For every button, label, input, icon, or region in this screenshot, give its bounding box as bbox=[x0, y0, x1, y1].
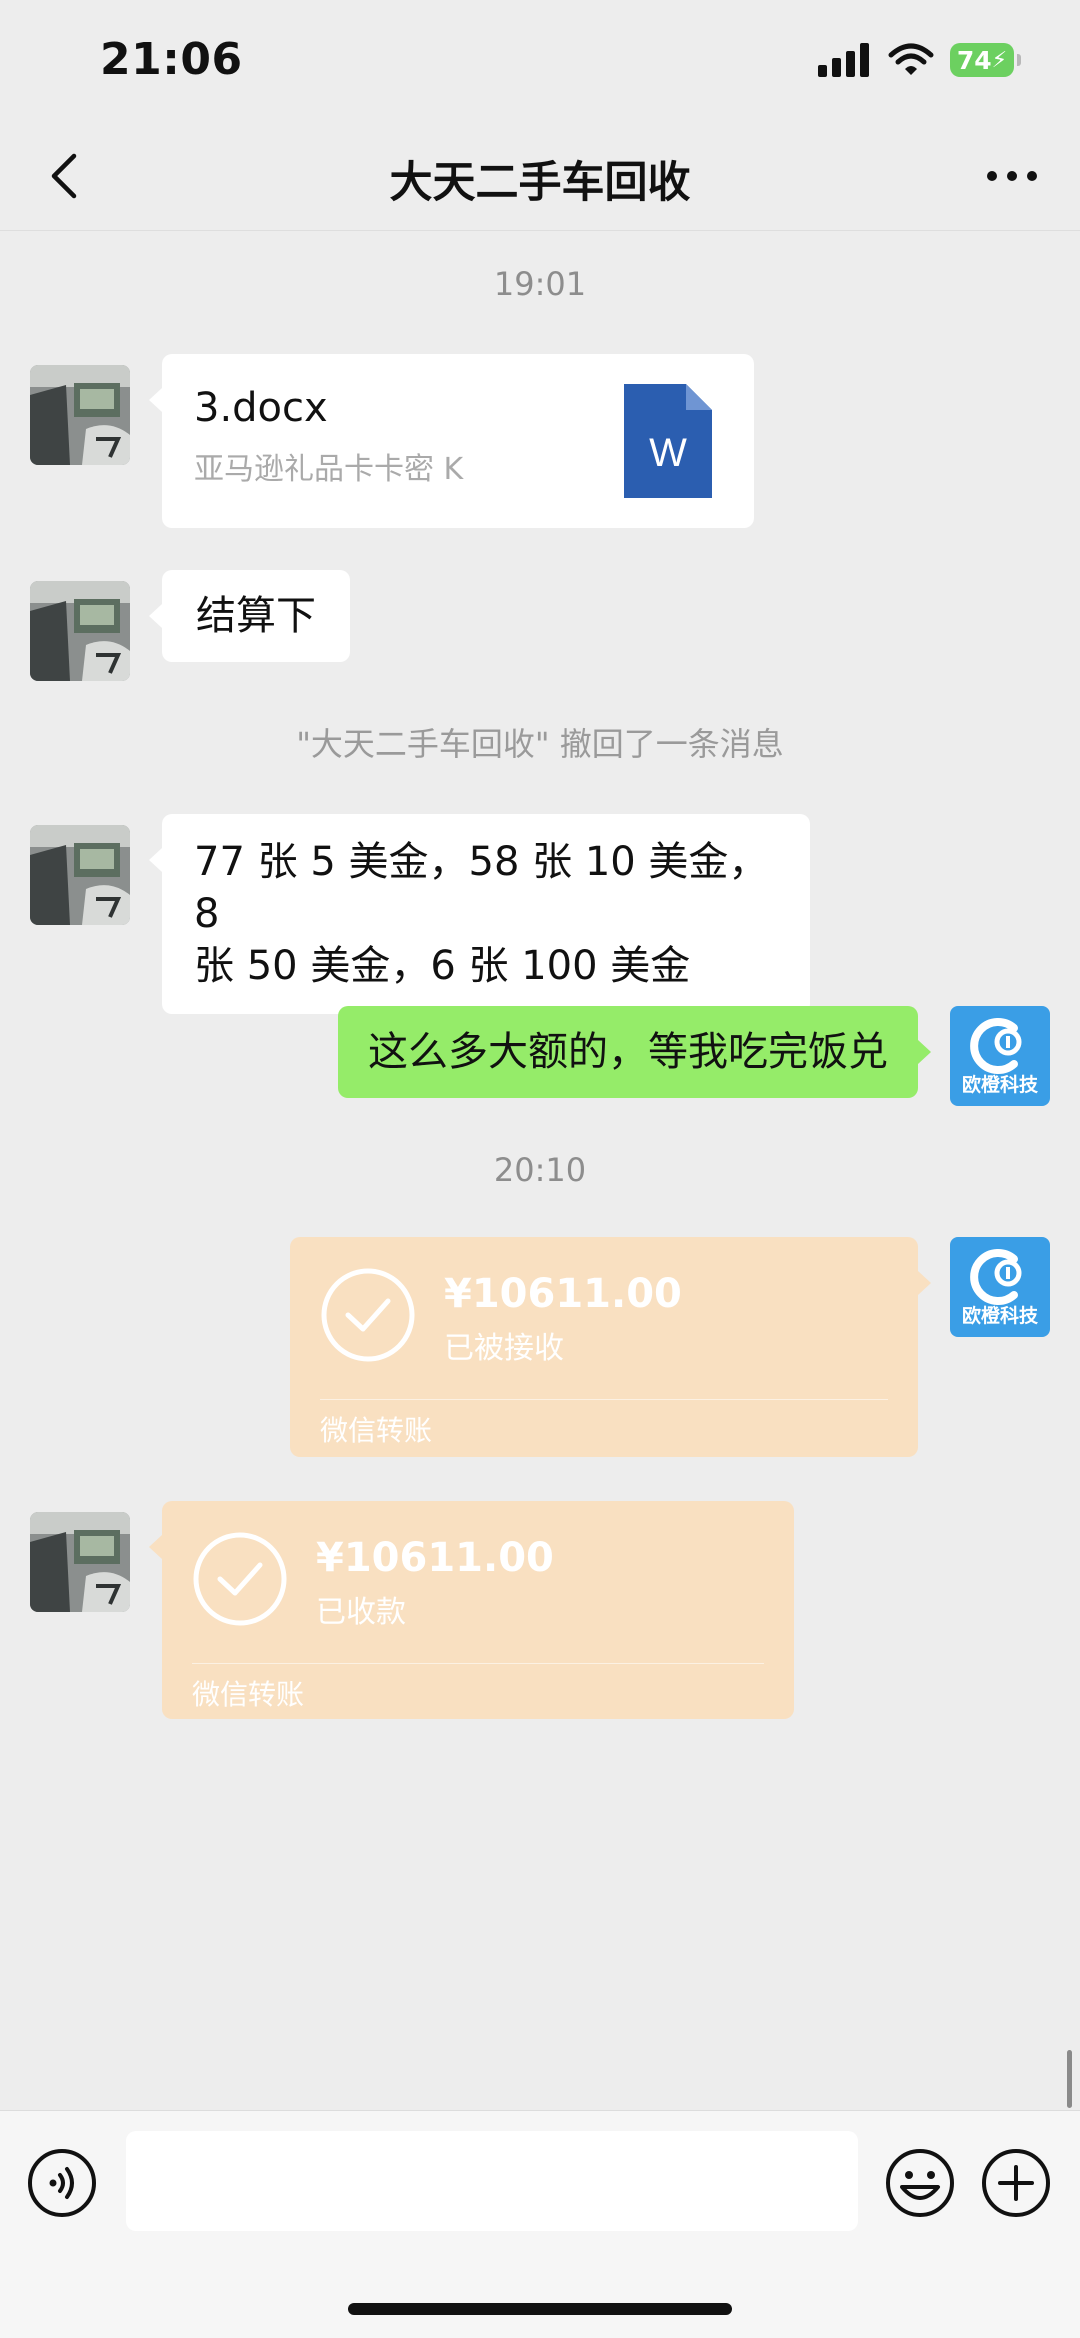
text-message[interactable]: 77 张 5 美金，58 张 10 美金，8 张 50 美金，6 张 100 美… bbox=[149, 814, 810, 1014]
avatar-text: 欧橙科技 bbox=[961, 1074, 1038, 1096]
transfer-divider bbox=[192, 1663, 764, 1664]
file-description: 亚马逊礼品卡卡密 K bbox=[194, 452, 464, 487]
status-bar: 21:06 74 ⚡ bbox=[0, 0, 1080, 120]
chat-title: 大天二手车回收 bbox=[389, 158, 691, 208]
message-text: 结算下 bbox=[196, 593, 316, 639]
word-doc-icon: W bbox=[624, 384, 712, 498]
input-bar bbox=[0, 2110, 1080, 2338]
home-indicator bbox=[348, 2303, 732, 2315]
message-list[interactable]: 19:01 3.docx 亚马逊礼品卡卡密 K W 结算下 "大天二手车回收" … bbox=[0, 231, 1080, 2111]
timestamp: 20:10 bbox=[493, 1151, 587, 1189]
message-text-line: 77 张 5 美金，58 张 10 美金，8 bbox=[194, 839, 769, 937]
file-message[interactable]: 3.docx 亚马逊礼品卡卡密 K W bbox=[149, 354, 754, 528]
avatar-image bbox=[30, 365, 130, 465]
avatar-image bbox=[30, 825, 130, 925]
word-icon-letter: W bbox=[649, 431, 687, 475]
file-name: 3.docx bbox=[194, 385, 328, 431]
recall-notice: "大天二手车回收" 撤回了一条消息 bbox=[296, 725, 784, 763]
status-icons: 74 ⚡ bbox=[818, 40, 1021, 80]
my-text-message[interactable]: 这么多大额的，等我吃完饭兑 bbox=[338, 1006, 931, 1098]
status-time: 21:06 bbox=[100, 34, 243, 85]
avatar-image bbox=[30, 581, 130, 681]
wifi-icon bbox=[888, 43, 934, 75]
timestamp: 19:01 bbox=[493, 265, 587, 303]
transfer-amount: ¥10611.00 bbox=[444, 1271, 682, 1317]
contact-avatar[interactable] bbox=[30, 365, 130, 465]
message-input[interactable] bbox=[126, 2131, 858, 2231]
more-dots-icon[interactable] bbox=[982, 148, 1042, 204]
transfer-status: 已被接收 bbox=[444, 1331, 564, 1366]
contact-avatar[interactable] bbox=[30, 581, 130, 681]
check-circle-icon bbox=[321, 1268, 415, 1362]
text-message[interactable]: 结算下 bbox=[149, 570, 350, 662]
chat-header: 大天二手车回收 bbox=[0, 120, 1080, 231]
my-avatar[interactable]: 欧橙科技 bbox=[950, 1006, 1050, 1106]
transfer-received-card[interactable]: ¥10611.00 已收款 微信转账 bbox=[149, 1501, 794, 1719]
cellular-signal-icon bbox=[818, 43, 869, 77]
battery-indicator: 74 ⚡ bbox=[950, 43, 1021, 77]
check-circle-icon bbox=[193, 1532, 287, 1626]
transfer-divider bbox=[320, 1399, 888, 1400]
avatar-text: 欧橙科技 bbox=[961, 1305, 1038, 1327]
my-avatar[interactable]: 欧橙科技 bbox=[950, 1237, 1050, 1337]
voice-icon[interactable] bbox=[26, 2147, 98, 2219]
charging-icon: ⚡ bbox=[991, 47, 1008, 73]
plus-icon[interactable] bbox=[980, 2147, 1052, 2219]
transfer-amount: ¥10611.00 bbox=[316, 1535, 554, 1581]
contact-avatar[interactable] bbox=[30, 825, 130, 925]
avatar-image bbox=[30, 1512, 130, 1612]
scrollbar[interactable] bbox=[1067, 2050, 1072, 2108]
message-text-line: 张 50 美金，6 张 100 美金 bbox=[194, 943, 691, 989]
contact-avatar[interactable] bbox=[30, 1512, 130, 1612]
battery-level: 74 bbox=[956, 45, 992, 75]
transfer-label: 微信转账 bbox=[192, 1678, 305, 1711]
emoji-icon[interactable] bbox=[884, 2147, 956, 2219]
transfer-status: 已收款 bbox=[316, 1595, 406, 1630]
transfer-label: 微信转账 bbox=[320, 1414, 433, 1447]
message-text: 这么多大额的，等我吃完饭兑 bbox=[368, 1029, 888, 1075]
transfer-sent-card[interactable]: ¥10611.00 已被接收 微信转账 bbox=[290, 1237, 931, 1457]
